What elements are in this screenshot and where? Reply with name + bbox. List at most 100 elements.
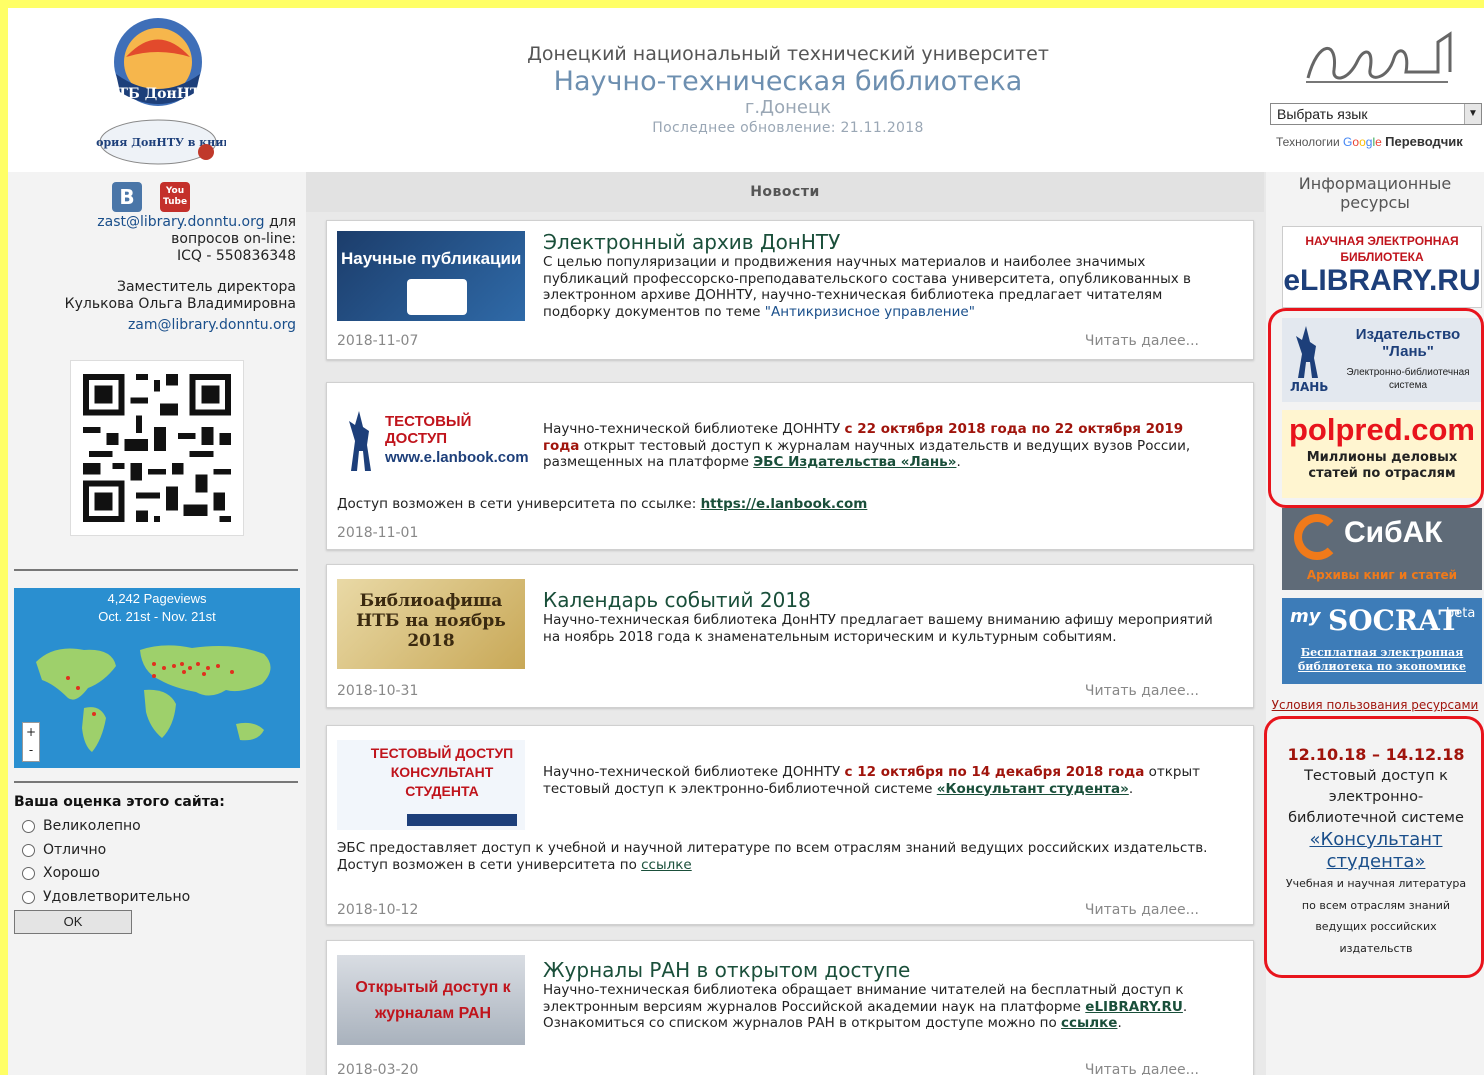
news-dates-highlight: с 12 октября по 14 декабря 2018 года bbox=[844, 764, 1145, 780]
site-header: НТБ ДонНТУ История ДонНТУ в книгах Донец… bbox=[8, 8, 1484, 172]
read-more-link[interactable]: Читать далее... bbox=[1085, 902, 1199, 918]
contact-icq: ICQ - 550836348 bbox=[176, 248, 296, 264]
socrat-banner[interactable]: my SOCRAT beta Бесплатная электронная би… bbox=[1282, 598, 1482, 684]
thumbnail-url: www.e.lanbook.com bbox=[385, 449, 529, 466]
news-text: С целью популяризации и продвижения науч… bbox=[543, 254, 1223, 320]
socrat-banner-main: SOCRAT bbox=[1328, 604, 1460, 637]
news-full-line: Доступ возможен в сети университета по bbox=[337, 856, 637, 873]
promo-link[interactable]: «Консультант студента» bbox=[1278, 829, 1474, 873]
library-signature-logo bbox=[1306, 31, 1452, 83]
youtube-icon[interactable]: You Tube bbox=[160, 182, 190, 212]
poll-option[interactable]: Удовлетворительно bbox=[22, 889, 190, 905]
poll-option[interactable]: Отлично bbox=[22, 842, 106, 858]
news-thumbnail[interactable]: Научные публикации bbox=[337, 231, 525, 321]
elibrary-link[interactable]: eLIBRARY.RU bbox=[1085, 999, 1183, 1015]
consultant-student-link[interactable]: «Консультант студента» bbox=[937, 781, 1129, 797]
lanbook-url-link[interactable]: https://e.lanbook.com bbox=[701, 496, 868, 512]
radio-button[interactable] bbox=[22, 866, 35, 880]
news-text: Научно-технической библиотеке ДОННТУ с 2… bbox=[543, 421, 1191, 470]
read-more-link[interactable]: Читать далее... bbox=[1085, 1062, 1199, 1075]
resource-terms-link[interactable]: Условия пользования ресурсами bbox=[1266, 698, 1484, 712]
social-links: B You Tube bbox=[8, 172, 306, 212]
radio-button[interactable] bbox=[22, 890, 35, 904]
news-thumbnail[interactable]: ТЕСТОВЫЙ ДОСТУП www.e.lanbook.com bbox=[337, 397, 529, 487]
news-topic-link[interactable]: "Антикризисное управление" bbox=[765, 304, 975, 320]
highlight-box-resources bbox=[1268, 308, 1484, 508]
news-item: Библиоафиша НТБ на ноябрь 2018 Календарь… bbox=[326, 564, 1254, 708]
news-date: 2018-10-31 bbox=[337, 683, 419, 699]
ran-list-link[interactable]: ссылке bbox=[1061, 1015, 1117, 1031]
thumbnail-caption: ТЕСТОВЫЙ ДОСТУП КОНСУЛЬТАНТ СТУДЕНТА bbox=[370, 745, 514, 799]
poll-option-label: Великолепно bbox=[43, 818, 141, 834]
poll-option[interactable]: Хорошо bbox=[22, 865, 100, 881]
deer-logo-icon bbox=[349, 411, 371, 471]
language-select[interactable]: Выбрать язык ▼ bbox=[1270, 103, 1482, 125]
sibak-banner-main: СибАК bbox=[1344, 516, 1443, 549]
promo-small-text: Учебная и научная литература по всем отр… bbox=[1285, 877, 1467, 955]
university-name: Донецкий национальный технический универ… bbox=[527, 43, 1049, 65]
access-link[interactable]: ссылке bbox=[641, 857, 692, 873]
thumbnail-caption: Библиоафиша НТБ на ноябрь 2018 bbox=[356, 591, 506, 651]
sibak-banner[interactable]: СибАК Архивы книг и статей bbox=[1282, 508, 1482, 590]
logo-text-top: НТБ ДонНТУ bbox=[104, 86, 212, 102]
news-date: 2018-10-12 bbox=[337, 902, 419, 918]
sibak-banner-sub: Архивы книг и статей bbox=[1306, 568, 1458, 582]
google-logo-icon: Google bbox=[1343, 135, 1382, 149]
divider bbox=[14, 569, 298, 571]
news-title[interactable]: Электронный архив ДонНТУ bbox=[543, 231, 840, 253]
email-link-zam[interactable]: zam@library.donntu.org bbox=[128, 317, 296, 333]
page: НТБ ДонНТУ История ДонНТУ в книгах Донец… bbox=[8, 8, 1484, 1075]
poll-option-label: Хорошо bbox=[43, 865, 100, 881]
news-list: Научные публикации Электронный архив Дон… bbox=[326, 220, 1254, 1075]
radio-button[interactable] bbox=[22, 819, 35, 833]
google-translate-credit[interactable]: Технологии Google Переводчик bbox=[1276, 134, 1463, 149]
zoom-in-button[interactable]: + bbox=[23, 723, 39, 741]
vk-icon[interactable]: B bbox=[112, 182, 142, 212]
news-full-line: ЭБС предоставляет доступ к учебной и нау… bbox=[337, 840, 1208, 856]
radio-button[interactable] bbox=[22, 843, 35, 857]
news-date: 2018-11-07 bbox=[337, 333, 419, 349]
world-map-image bbox=[36, 645, 271, 752]
news-text-a: Научно-технической библиотеке ДОННТУ bbox=[543, 421, 841, 437]
email-link-zast[interactable]: zast@library.donntu.org bbox=[97, 214, 264, 230]
news-full-text: ЭБС предоставляет доступ к учебной и нау… bbox=[337, 840, 1237, 873]
chevron-down-icon[interactable]: ▼ bbox=[1464, 104, 1481, 124]
divider bbox=[14, 781, 298, 783]
city: г.Донецк bbox=[744, 97, 832, 118]
map-zoom-control[interactable]: + - bbox=[22, 722, 40, 762]
news-item: ТЕСТОВЫЙ ДОСТУП КОНСУЛЬТАНТ СТУДЕНТА Нау… bbox=[326, 725, 1254, 925]
poll-option-label: Удовлетворительно bbox=[43, 889, 191, 905]
read-more-link[interactable]: Читать далее... bbox=[1085, 333, 1199, 349]
poll-option[interactable]: Великолепно bbox=[22, 818, 141, 834]
header-titles: Донецкий национальный технический универ… bbox=[388, 42, 1188, 138]
news-item: ТЕСТОВЫЙ ДОСТУП www.e.lanbook.com Научно… bbox=[326, 382, 1254, 550]
elibrary-banner[interactable]: НАУЧНАЯ ЭЛЕКТРОННАЯ БИБЛИОТЕКА eLIBRARY.… bbox=[1282, 226, 1482, 308]
news-thumbnail[interactable]: Библиоафиша НТБ на ноябрь 2018 bbox=[337, 579, 525, 669]
news-title[interactable]: Журналы РАН в открытом доступе bbox=[543, 959, 910, 981]
news-title[interactable]: Календарь событий 2018 bbox=[543, 589, 811, 611]
qr-code-image bbox=[70, 360, 244, 536]
lan-ebs-link[interactable]: ЭБС Издательства «Лань» bbox=[753, 454, 956, 470]
promo-block: 12.10.18 – 14.12.18 Тестовый доступ к эл… bbox=[1278, 744, 1474, 959]
news-thumbnail[interactable]: Открытый доступ к журналам РАН bbox=[337, 955, 525, 1045]
last-updated: Последнее обновление: 21.11.2018 bbox=[652, 120, 924, 136]
poll-submit-button[interactable]: OK bbox=[14, 910, 132, 934]
news-item: Научные публикации Электронный архив Дон… bbox=[326, 220, 1254, 360]
read-more-link[interactable]: Читать далее... bbox=[1085, 683, 1199, 699]
zoom-out-button[interactable]: - bbox=[23, 741, 39, 759]
elibrary-banner-top: НАУЧНАЯ ЭЛЕКТРОННАЯ БИБЛИОТЕКА bbox=[1305, 234, 1459, 264]
visitor-map-widget[interactable]: 4,242 Pageviews Oct. 21st - Nov. 21st + … bbox=[14, 588, 300, 768]
library-logo[interactable]: НТБ ДонНТУ История ДонНТУ в книгах bbox=[96, 12, 226, 172]
news-date: 2018-11-01 bbox=[337, 525, 419, 541]
poll-title: Ваша оценка этого сайта: bbox=[14, 794, 225, 810]
news-heading: Новости bbox=[306, 172, 1264, 212]
translate-suffix: Переводчик bbox=[1385, 134, 1463, 149]
news-text: Научно-техническая библиотека ДонНТУ пре… bbox=[543, 612, 1213, 645]
socrat-banner-my: my bbox=[1290, 606, 1321, 627]
news-access-line: Доступ возможен в сети университета по с… bbox=[337, 496, 1237, 513]
deputy-name: Кулькова Ольга Владимировна bbox=[64, 296, 296, 312]
news-thumbnail[interactable]: ТЕСТОВЫЙ ДОСТУП КОНСУЛЬТАНТ СТУДЕНТА bbox=[337, 740, 525, 830]
contact-block: zast@library.donntu.org для вопросов on-… bbox=[8, 214, 296, 334]
news-item: Открытый доступ к журналам РАН Журналы Р… bbox=[326, 940, 1254, 1075]
promo-text: Тестовый доступ к электронно-библиотечно… bbox=[1288, 768, 1464, 826]
